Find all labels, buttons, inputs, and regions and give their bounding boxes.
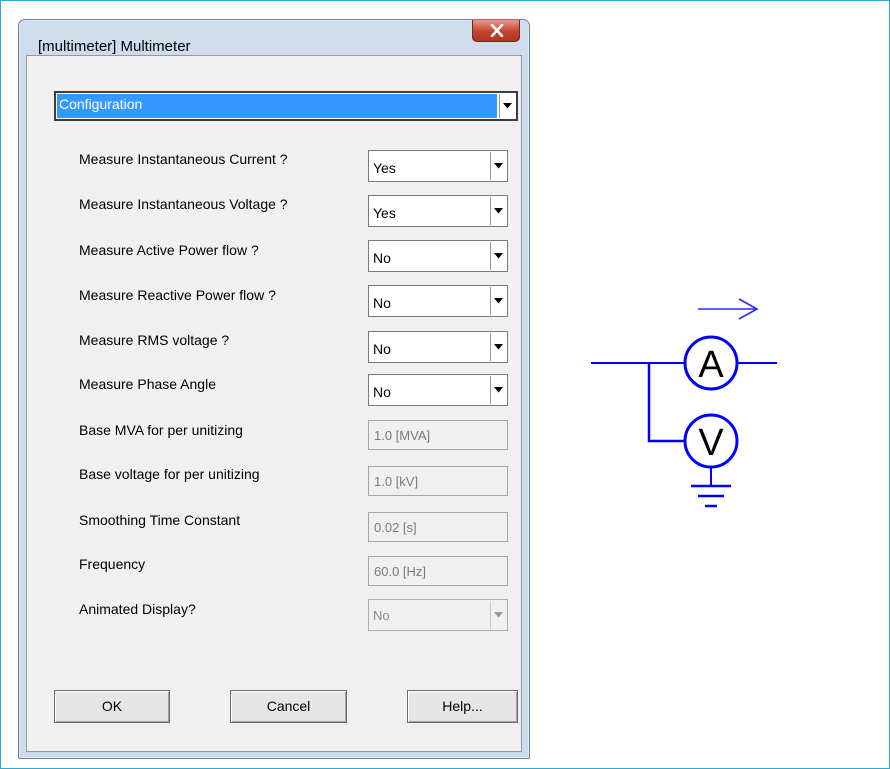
- active-power-arrow[interactable]: [490, 242, 506, 270]
- frequency-value: 60.0 [Hz]: [374, 564, 427, 579]
- label-reactive-power: Measure Reactive Power flow ?: [79, 287, 276, 303]
- phase-angle-arrow[interactable]: [490, 376, 506, 404]
- chevron-down-icon: [494, 387, 503, 393]
- close-x-icon: [490, 24, 504, 37]
- dialog-client-area: Configuration Measure Instantaneous Curr…: [26, 55, 522, 752]
- ground-icon: [691, 484, 731, 508]
- base-voltage-value: 1.0 [kV]: [374, 474, 419, 489]
- animated-display-value: No: [373, 608, 390, 623]
- label-base-voltage: Base voltage for per unitizing: [79, 466, 260, 482]
- chevron-down-icon: [503, 103, 512, 109]
- section-select-value: Configuration: [59, 96, 143, 112]
- ok-button[interactable]: OK: [54, 690, 170, 723]
- animated-display-arrow[interactable]: [490, 601, 506, 629]
- smoothing-time-field[interactable]: 0.02 [s]: [368, 512, 508, 542]
- label-phase-angle: Measure Phase Angle: [79, 376, 216, 392]
- help-button[interactable]: Help...: [407, 690, 518, 723]
- measure-current-select[interactable]: Yes: [368, 150, 508, 182]
- measure-current-value: Yes: [373, 160, 396, 176]
- animated-display-select[interactable]: No: [368, 599, 508, 631]
- chevron-down-icon: [494, 298, 503, 304]
- base-voltage-field[interactable]: 1.0 [kV]: [368, 466, 508, 496]
- multimeter-dialog: [multimeter] Multimeter Configuration Me…: [18, 19, 530, 759]
- chevron-down-icon: [494, 208, 503, 214]
- frequency-field[interactable]: 60.0 [Hz]: [368, 556, 508, 586]
- rms-voltage-arrow[interactable]: [490, 333, 506, 361]
- screenshot-frame: [multimeter] Multimeter Configuration Me…: [0, 0, 890, 769]
- label-measure-current: Measure Instantaneous Current ?: [79, 151, 288, 167]
- section-select[interactable]: Configuration: [54, 91, 518, 121]
- active-power-select[interactable]: No: [368, 240, 508, 272]
- smoothing-time-value: 0.02 [s]: [374, 520, 417, 535]
- close-button[interactable]: [472, 20, 520, 42]
- current-direction-arrow: [698, 298, 759, 320]
- reactive-power-value: No: [373, 295, 391, 311]
- reactive-power-select[interactable]: No: [368, 285, 508, 317]
- label-rms-voltage: Measure RMS voltage ?: [79, 332, 230, 348]
- multimeter-diagram: A V: [591, 298, 777, 508]
- cancel-button[interactable]: Cancel: [230, 690, 347, 723]
- dialog-title: [multimeter] Multimeter: [38, 38, 191, 55]
- label-measure-voltage: Measure Instantaneous Voltage ?: [79, 196, 288, 212]
- chevron-down-icon: [494, 612, 503, 618]
- section-select-arrow[interactable]: [499, 94, 515, 118]
- active-power-value: No: [373, 250, 391, 266]
- label-smoothing-time: Smoothing Time Constant: [79, 512, 241, 528]
- voltmeter-letter: V: [698, 422, 724, 464]
- chevron-down-icon: [494, 163, 503, 169]
- phase-angle-value: No: [373, 384, 391, 400]
- label-frequency: Frequency: [79, 556, 146, 572]
- base-mva-value: 1.0 [MVA]: [374, 428, 431, 443]
- measure-voltage-arrow[interactable]: [490, 197, 506, 225]
- chevron-down-icon: [494, 253, 503, 259]
- label-animated-display: Animated Display?: [79, 601, 196, 617]
- chevron-down-icon: [494, 344, 503, 350]
- phase-angle-select[interactable]: No: [368, 374, 508, 406]
- rms-voltage-value: No: [373, 341, 391, 357]
- title-bar[interactable]: [multimeter] Multimeter: [19, 20, 529, 55]
- voltmeter-tap-wire: [647, 363, 685, 443]
- rms-voltage-select[interactable]: No: [368, 331, 508, 363]
- measure-voltage-value: Yes: [373, 205, 396, 221]
- label-active-power: Measure Active Power flow ?: [79, 242, 259, 258]
- measure-current-arrow[interactable]: [490, 152, 506, 180]
- ammeter-letter: A: [698, 344, 724, 386]
- base-mva-field[interactable]: 1.0 [MVA]: [368, 420, 508, 450]
- measure-voltage-select[interactable]: Yes: [368, 195, 508, 227]
- label-base-mva: Base MVA for per unitizing: [79, 422, 243, 438]
- reactive-power-arrow[interactable]: [490, 287, 506, 315]
